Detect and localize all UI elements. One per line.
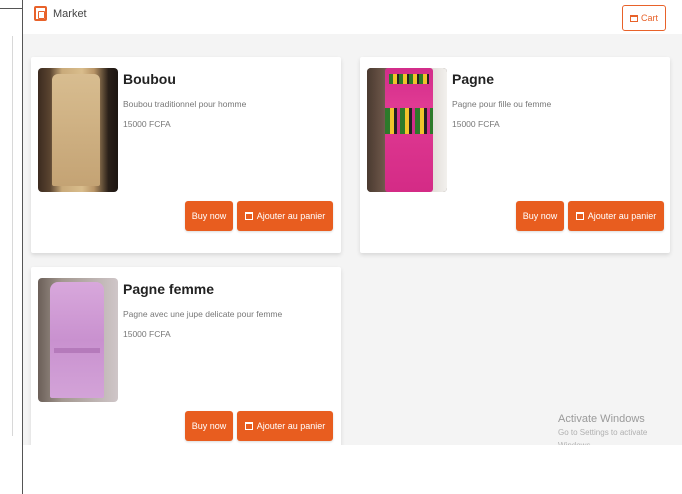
buy-now-label: Buy now [191,211,227,221]
product-description: Boubou traditionnel pour homme [123,99,247,109]
product-title: Boubou [123,71,176,87]
garment-pattern [385,108,433,134]
buy-now-button[interactable]: Buy now [185,201,233,231]
buy-now-label: Buy now [191,421,227,431]
product-card: Pagne Pagne pour fille ou femme 15000 FC… [360,57,670,253]
brand-name: Market [53,7,87,20]
product-image[interactable] [38,68,118,192]
garment-belt [54,348,100,353]
left-window-edge [0,0,23,494]
garment-shape [50,282,104,398]
top-bar: Market Cart [23,0,682,34]
product-title: Pagne [452,71,495,87]
add-to-cart-label: Ajouter au panier [256,421,326,431]
buy-now-button[interactable]: Buy now [516,201,564,231]
add-to-cart-label: Ajouter au panier [587,211,657,221]
cart-icon [244,212,253,220]
product-title: Pagne femme [123,281,215,297]
cart-icon [244,422,253,430]
product-image[interactable] [367,68,447,192]
product-description: Pagne avec une jupe delicate pour femme [123,309,283,319]
brand[interactable]: Market [34,6,87,21]
add-to-cart-button[interactable]: Ajouter au panier [237,201,333,231]
product-price: 15000 FCFA [123,119,171,129]
cart-icon [575,212,584,220]
product-image[interactable] [38,278,118,402]
product-price: 15000 FCFA [123,329,171,339]
watermark-title: Activate Windows [558,413,645,425]
product-card: Boubou Boubou traditionnel pour homme 15… [31,57,341,253]
cart-icon [629,14,638,22]
product-card: Pagne femme Pagne avec une jupe delicate… [31,267,341,445]
buy-now-button[interactable]: Buy now [185,411,233,441]
shopping-bag-icon [34,6,47,21]
buy-now-label: Buy now [522,211,558,221]
garment-pattern [389,74,429,84]
product-price: 15000 FCFA [452,119,500,129]
garment-shape [52,74,100,186]
cart-button[interactable]: Cart [622,5,666,31]
watermark-subtitle: Go to Settings to activate Windows. [558,428,648,445]
cart-label: Cart [640,13,658,23]
add-to-cart-button[interactable]: Ajouter au panier [237,411,333,441]
frame-line [0,8,22,9]
add-to-cart-button[interactable]: Ajouter au panier [568,201,664,231]
add-to-cart-label: Ajouter au panier [256,211,326,221]
product-description: Pagne pour fille ou femme [452,99,552,109]
activation-watermark: Activate Windows Go to Settings to activ… [558,413,682,445]
market-app: Market Cart Boubou Boubou traditionnel p… [23,0,682,445]
frame-divider [12,36,13,436]
